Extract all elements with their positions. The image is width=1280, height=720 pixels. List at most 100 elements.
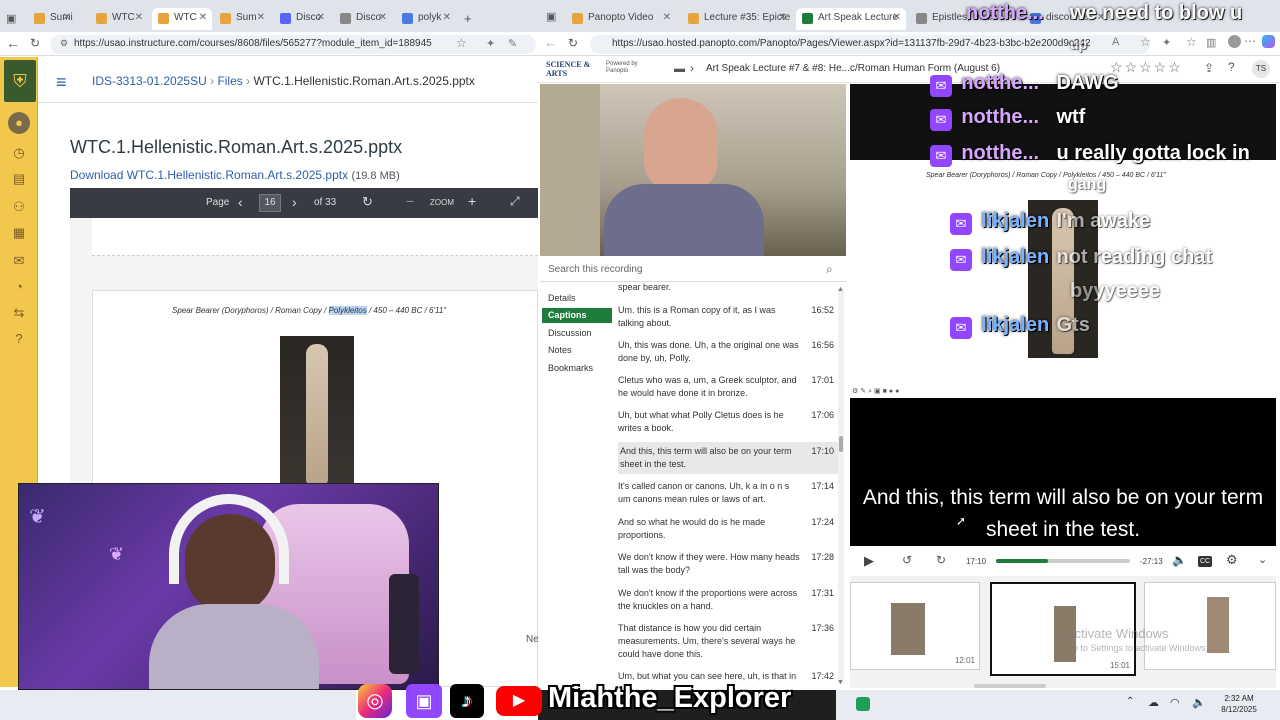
- caption-row[interactable]: Uh, but what what Polly Cletus does is h…: [618, 409, 838, 435]
- close-icon[interactable]: ✕: [893, 12, 901, 23]
- user-avatar[interactable]: TS: [1252, 60, 1270, 78]
- search-icon[interactable]: ⌕: [826, 262, 833, 277]
- caption-row[interactable]: We don't know if they were. How many hea…: [618, 551, 838, 577]
- commons-icon[interactable]: ⇆: [8, 302, 30, 324]
- read-aloud-icon[interactable]: A: [1112, 36, 1119, 48]
- zoom-out-icon[interactable]: −: [406, 193, 414, 209]
- nav-details[interactable]: Details: [548, 293, 576, 303]
- profile-icon[interactable]: [1228, 35, 1241, 48]
- play-icon[interactable]: ▶: [864, 553, 874, 569]
- rating-stars[interactable]: ☆☆☆☆☆: [1110, 59, 1183, 76]
- extension-icon-2[interactable]: ✎: [508, 37, 517, 50]
- breadcrumb-course[interactable]: IDS-3313-01.2025SU: [92, 74, 207, 88]
- inbox-icon[interactable]: ✉: [8, 250, 30, 272]
- captions-scroll-thumb[interactable]: [839, 436, 843, 452]
- rewind-icon[interactable]: ↺: [902, 553, 912, 567]
- zoom-in-icon[interactable]: +: [468, 193, 476, 209]
- help-icon[interactable]: ?: [8, 328, 30, 350]
- caption-row[interactable]: That distance is how you did certain mea…: [618, 622, 838, 661]
- page-number-input[interactable]: 16: [259, 194, 281, 212]
- close-icon[interactable]: ✕: [317, 12, 325, 23]
- back-icon[interactable]: ←: [6, 35, 20, 51]
- close-icon[interactable]: ✕: [135, 12, 143, 23]
- back-icon[interactable]: ←: [544, 35, 557, 50]
- tray-chevron-icon[interactable]: ⌃: [1126, 696, 1134, 707]
- forward-icon[interactable]: ↻: [936, 553, 946, 567]
- right-tab-3-active[interactable]: Art Speak Lecture ✕: [796, 8, 906, 30]
- left-tab-1[interactable]: Sumi ✕: [28, 8, 76, 30]
- rotate-icon[interactable]: ↻: [362, 194, 373, 210]
- nav-notes[interactable]: Notes: [548, 345, 572, 355]
- wifi-icon[interactable]: ◠: [1170, 696, 1180, 709]
- nav-captions[interactable]: Captions: [542, 308, 612, 323]
- courses-icon[interactable]: ▤: [8, 168, 30, 190]
- history-icon[interactable]: ◔: [8, 276, 30, 298]
- progress-track[interactable]: [996, 559, 1130, 563]
- star-icon[interactable]: ☆: [1140, 35, 1151, 49]
- prev-page-icon[interactable]: ‹: [238, 194, 243, 210]
- extension-icon[interactable]: ✦: [486, 37, 495, 50]
- share-icon[interactable]: ⇪: [1204, 61, 1214, 75]
- nav-bookmarks[interactable]: Bookmarks: [548, 363, 593, 373]
- breadcrumb-files[interactable]: Files: [217, 74, 242, 88]
- help-icon[interactable]: ?: [1228, 60, 1235, 74]
- close-icon[interactable]: ✕: [379, 12, 387, 23]
- next-button-partial[interactable]: Ne: [526, 634, 539, 645]
- left-tab-5[interactable]: Disco ✕: [274, 8, 330, 30]
- presenter-video[interactable]: [540, 84, 846, 256]
- left-tab-6[interactable]: Disco ✕: [334, 8, 392, 30]
- close-icon[interactable]: ✕: [199, 12, 207, 23]
- tab-actions-icon[interactable]: ▣: [546, 10, 556, 23]
- thumbnail-scroll-thumb[interactable]: [974, 684, 1046, 688]
- caption-row-active[interactable]: And this, this term will also be on your…: [618, 442, 838, 474]
- hamburger-menu-icon[interactable]: ≡: [56, 72, 67, 93]
- close-icon[interactable]: ✕: [257, 12, 265, 23]
- scroll-down-icon[interactable]: ▼: [837, 679, 844, 686]
- reload-icon[interactable]: ↻: [30, 36, 40, 50]
- close-icon[interactable]: ✕: [443, 12, 451, 23]
- right-address-bar[interactable]: https://usao.hosted.panopto.com/Panopto/…: [590, 35, 1150, 54]
- caption-partial[interactable]: spear bearer.: [618, 281, 838, 294]
- caption-row[interactable]: It's called canon or canons. Uh, k a in …: [618, 480, 838, 506]
- extension-icon[interactable]: ✦: [1162, 36, 1171, 49]
- left-tab-4[interactable]: Sum ✕: [214, 8, 270, 30]
- captions-toggle-icon[interactable]: CC: [1198, 556, 1212, 567]
- tab-actions-icon[interactable]: ▣: [6, 12, 16, 25]
- dashboard-icon[interactable]: ◷: [8, 142, 30, 164]
- caption-row[interactable]: Um. this is a Roman copy of it, as I was…: [618, 304, 838, 330]
- caption-row[interactable]: We don't know if the proportions were ac…: [618, 587, 838, 613]
- folder-icon[interactable]: ▬: [674, 63, 685, 75]
- site-info-icon[interactable]: ⚙: [60, 38, 68, 49]
- annotation-tools[interactable]: ⚙✎⌕▣■●●: [852, 387, 901, 396]
- close-icon[interactable]: ✕: [779, 12, 787, 23]
- network-icon[interactable]: ☁: [1148, 696, 1159, 709]
- nav-discussion[interactable]: Discussion: [548, 328, 592, 338]
- caption-row[interactable]: Cletus who was a, um, a Greek sculptor, …: [618, 374, 838, 400]
- next-page-icon[interactable]: ›: [292, 194, 297, 210]
- chevron-down-icon[interactable]: ⌄: [1258, 553, 1267, 566]
- close-icon[interactable]: ✕: [663, 12, 671, 23]
- search-bar[interactable]: Search this recording: [540, 258, 846, 282]
- download-link[interactable]: Download WTC.1.Hellenistic.Roman.Art.s.2…: [70, 168, 348, 182]
- collections-icon[interactable]: ▥: [1206, 36, 1216, 49]
- scroll-up-icon[interactable]: ▲: [837, 286, 844, 293]
- right-tab-1[interactable]: Panopto Video ✕: [566, 8, 676, 30]
- more-icon[interactable]: ⋯: [1244, 34, 1256, 48]
- reload-icon[interactable]: ↻: [568, 36, 578, 50]
- volume-tray-icon[interactable]: 🔈: [1192, 696, 1206, 709]
- fullscreen-icon[interactable]: ⤢: [510, 194, 520, 209]
- left-tab-2[interactable]: WTC ✕: [90, 8, 148, 30]
- thumbnail-1[interactable]: 12:01: [850, 582, 980, 670]
- caption-row[interactable]: Uh, this was done. Uh, a the original on…: [618, 339, 838, 365]
- taskbar-app-icon[interactable]: [856, 697, 870, 711]
- new-tab-icon[interactable]: +: [464, 11, 472, 26]
- copilot-icon[interactable]: [1262, 35, 1275, 48]
- account-icon[interactable]: ●: [8, 112, 30, 134]
- clock[interactable]: 2:32 AM 8/12/2025: [1210, 693, 1268, 715]
- favorites-icon[interactable]: ☆: [1186, 35, 1197, 49]
- calendar-icon[interactable]: ▦: [8, 222, 30, 244]
- volume-icon[interactable]: 🔈: [1172, 553, 1187, 567]
- settings-icon[interactable]: ⚙: [1226, 552, 1238, 568]
- caption-row[interactable]: And so what he would do is he made propo…: [618, 516, 838, 542]
- right-tab-2[interactable]: Lecture #35: Epicte ✕: [682, 8, 792, 30]
